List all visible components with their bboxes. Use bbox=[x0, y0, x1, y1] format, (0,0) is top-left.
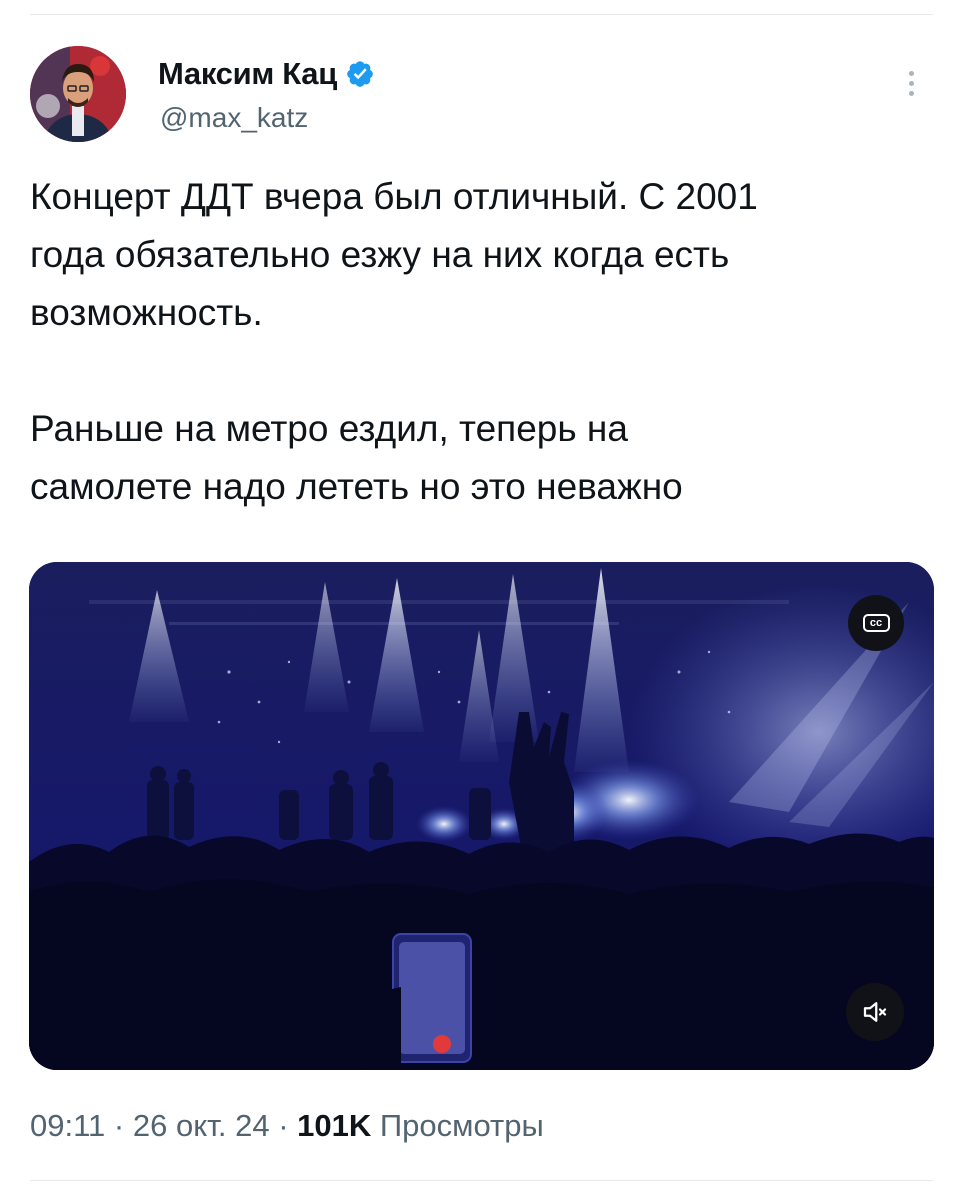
tweet-header: Максим Кац @max_katz bbox=[30, 46, 933, 146]
closed-captions-icon: cc bbox=[862, 614, 890, 632]
tweet-time[interactable]: 09:11 bbox=[30, 1108, 105, 1143]
video-player[interactable]: cc bbox=[29, 562, 934, 1070]
mute-toggle-button[interactable] bbox=[846, 983, 904, 1041]
author-name-row: Максим Кац bbox=[158, 56, 375, 92]
top-divider bbox=[30, 14, 933, 15]
volume-muted-icon bbox=[863, 1002, 887, 1022]
tweet-text: Концерт ДДТ вчера был отличный. С 2001 г… bbox=[30, 168, 933, 516]
verified-badge-icon bbox=[347, 61, 373, 87]
closed-captions-button[interactable]: cc bbox=[848, 595, 904, 651]
concert-video-frame bbox=[29, 562, 934, 1070]
avatar[interactable] bbox=[30, 46, 126, 142]
tweet-date[interactable]: 26 окт. 24 bbox=[133, 1108, 270, 1143]
meta-separator: · bbox=[278, 1108, 289, 1143]
bottom-divider bbox=[30, 1180, 933, 1181]
author-handle[interactable]: @max_katz bbox=[160, 102, 308, 134]
tweet-paragraph-2: Раньше на метро ездил, теперь на самолет… bbox=[30, 408, 683, 507]
tweet-paragraph-1: Концерт ДДТ вчера был отличный. С 2001 г… bbox=[30, 176, 758, 333]
views-label[interactable]: Просмотры bbox=[380, 1108, 544, 1143]
more-options-icon[interactable] bbox=[901, 66, 921, 106]
meta-separator: · bbox=[113, 1108, 125, 1143]
tweet-meta: 09:11 · 26 окт. 24 · 101K Просмотры bbox=[30, 1108, 544, 1144]
views-count[interactable]: 101K bbox=[297, 1108, 371, 1143]
author-name[interactable]: Максим Кац bbox=[158, 56, 337, 92]
